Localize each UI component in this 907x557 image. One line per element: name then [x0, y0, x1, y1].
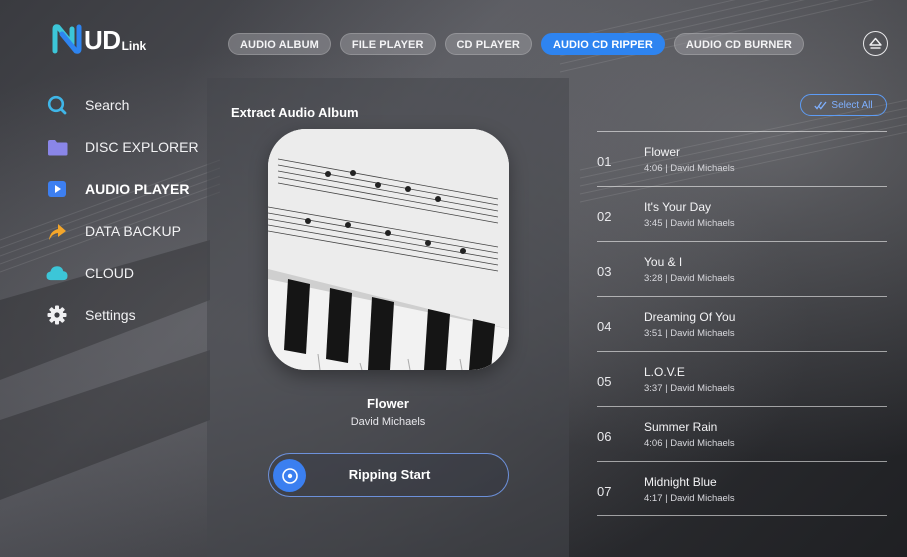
- track-number: 02: [597, 209, 612, 224]
- track-title: You & I: [644, 255, 683, 269]
- track-meta: 4:06 | David Michaels: [644, 163, 735, 174]
- tab-audio-cd-burner[interactable]: AUDIO CD BURNER: [673, 33, 804, 55]
- select-all-button[interactable]: Select All: [800, 94, 887, 116]
- sidebar-item-search[interactable]: Search: [46, 84, 211, 126]
- panel-title: Extract Audio Album: [231, 105, 359, 120]
- track-number: 03: [597, 264, 612, 279]
- track-number: 05: [597, 374, 612, 389]
- eject-button[interactable]: [863, 31, 888, 56]
- track-number: 07: [597, 484, 612, 499]
- sidebar-item-label: AUDIO PLAYER: [85, 181, 190, 197]
- track-meta: 3:28 | David Michaels: [644, 273, 735, 284]
- sidebar-item-disc-explorer[interactable]: DISC EXPLORER: [46, 126, 211, 168]
- sidebar-item-label: Settings: [85, 307, 136, 323]
- track-row[interactable]: 03 You & I 3:28 | David Michaels: [597, 241, 887, 296]
- sidebar-item-settings[interactable]: Settings: [46, 294, 211, 336]
- select-all-label: Select All: [831, 99, 873, 111]
- track-row[interactable]: 06 Summer Rain 4:06 | David Michaels: [597, 406, 887, 461]
- track-number: 06: [597, 429, 612, 444]
- track-title: Dreaming Of You: [644, 310, 736, 324]
- ripping-start-button[interactable]: Ripping Start: [268, 453, 509, 497]
- track-number: 04: [597, 319, 612, 334]
- track-list: 01 Flower 4:06 | David Michaels 02 It's …: [597, 131, 887, 516]
- track-title: L.O.V.E: [644, 365, 685, 379]
- double-check-icon: [814, 101, 827, 110]
- mode-tabs: AUDIO ALBUM FILE PLAYER CD PLAYER AUDIO …: [228, 33, 804, 55]
- tab-cd-player[interactable]: CD PLAYER: [444, 33, 532, 55]
- track-meta: 3:45 | David Michaels: [644, 218, 735, 229]
- track-title: Summer Rain: [644, 420, 718, 434]
- gear-icon: [46, 304, 68, 326]
- logo-mark-icon: [52, 24, 82, 54]
- sidebar-item-audio-player[interactable]: AUDIO PLAYER: [46, 168, 211, 210]
- sidebar-item-label: DATA BACKUP: [85, 223, 181, 239]
- tab-audio-cd-ripper[interactable]: AUDIO CD RIPPER: [540, 33, 665, 55]
- album-cover: [268, 129, 509, 370]
- track-title: Midnight Blue: [644, 475, 717, 489]
- track-meta: 3:51 | David Michaels: [644, 328, 735, 339]
- extract-panel: Extract Audio Album Flower David Michael…: [207, 78, 569, 557]
- sidebar-item-label: CLOUD: [85, 265, 135, 281]
- sidebar-item-label: Search: [85, 97, 130, 113]
- track-row[interactable]: 01 Flower 4:06 | David Michaels: [597, 131, 887, 186]
- logo-subtext: Link: [121, 39, 147, 53]
- track-row[interactable]: 05 L.O.V.E 3:37 | David Michaels: [597, 351, 887, 406]
- track-row[interactable]: 02 It's Your Day 3:45 | David Michaels: [597, 186, 887, 241]
- track-meta: 4:06 | David Michaels: [644, 438, 735, 449]
- backup-arrow-icon: [46, 220, 68, 242]
- sidebar-item-label: DISC EXPLORER: [85, 139, 199, 155]
- sidebar-item-cloud[interactable]: CLOUD: [46, 252, 211, 294]
- track-title: It's Your Day: [644, 200, 711, 214]
- sidebar-item-data-backup[interactable]: DATA BACKUP: [46, 210, 211, 252]
- cloud-icon: [46, 262, 68, 284]
- now-playing-title: Flower: [367, 396, 409, 411]
- track-row[interactable]: 04 Dreaming Of You 3:51 | David Michaels: [597, 296, 887, 351]
- track-meta: 4:17 | David Michaels: [644, 493, 735, 504]
- track-list-panel: Select All 01 Flower 4:06 | David Michae…: [569, 78, 907, 557]
- app-logo: UD Link: [52, 24, 146, 54]
- play-icon: [46, 178, 68, 200]
- tab-file-player[interactable]: FILE PLAYER: [339, 33, 436, 55]
- track-number: 01: [597, 154, 612, 169]
- tab-audio-album[interactable]: AUDIO ALBUM: [228, 33, 331, 55]
- top-bar: UD Link AUDIO ALBUM FILE PLAYER CD PLAYE…: [0, 0, 907, 78]
- now-playing-artist: David Michaels: [350, 416, 426, 428]
- search-icon: [46, 94, 68, 116]
- track-meta: 3:37 | David Michaels: [644, 383, 735, 394]
- ripping-start-label: Ripping Start: [348, 467, 431, 482]
- folder-icon: [46, 136, 68, 158]
- sidebar: Search DISC EXPLORER AUDIO PLAYER DATA B…: [46, 84, 211, 336]
- logo-text: UD: [84, 25, 121, 55]
- track-title: Flower: [644, 145, 681, 159]
- track-row[interactable]: 07 Midnight Blue 4:17 | David Michaels: [597, 461, 887, 516]
- eject-icon: [869, 37, 882, 49]
- app-window: UD Link AUDIO ALBUM FILE PLAYER CD PLAYE…: [0, 0, 907, 557]
